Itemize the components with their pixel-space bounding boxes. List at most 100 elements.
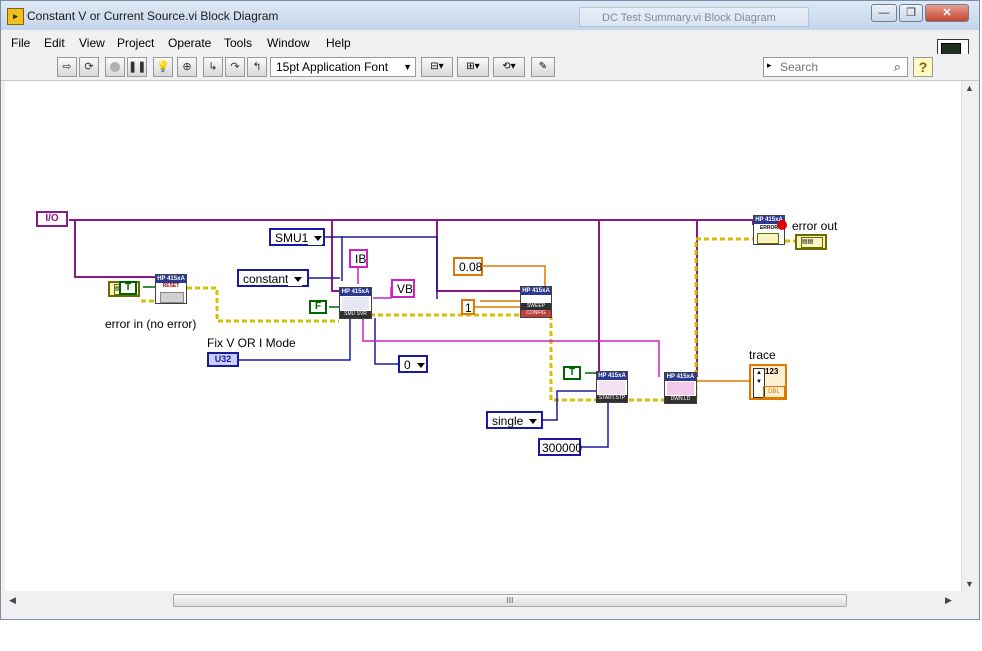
chevron-down-icon [416,363,425,369]
search-placeholder: Search [780,60,819,74]
trace-label: trace [749,348,776,362]
download-subvi-footer: DWN.LD [665,396,696,403]
smu-ring[interactable]: SMU1 [269,228,325,246]
scroll-down-icon[interactable]: ▼ [965,579,974,589]
start-subvi[interactable]: HP 415xA START.STP [596,371,628,403]
scroll-left-icon[interactable]: ◀ [9,595,16,606]
source-subvi-body [342,297,369,310]
source-subvi[interactable]: HP 415xA SMU SVR [339,287,372,319]
scroll-right-icon[interactable]: ▶ [945,595,952,606]
error-subvi[interactable]: HP 415xA ERROR [753,215,787,245]
font-select[interactable]: 15pt Application Font ▼ [270,57,416,77]
refnum-wire-sweep [436,220,520,292]
enum-wire-count [581,403,609,448]
source-subvi-footer: SMU SVR [340,311,371,318]
io-terminal[interactable]: I/O [36,211,68,227]
chevron-down-icon [294,277,303,283]
download-subvi[interactable]: HP 415xA DWN.LD [664,372,697,404]
retain-wire-values-icon[interactable]: ⊕ [177,57,197,77]
close-button[interactable]: ✕ [925,4,969,22]
single-ring[interactable]: single [486,411,543,429]
menu-project[interactable]: Project [117,36,154,50]
run-arrow-icon[interactable]: ⇨ [57,57,77,77]
run-continuously-icon[interactable]: ⟳ [79,57,99,77]
zero-ring[interactable]: 0 [398,355,428,373]
download-subvi-body [667,382,694,395]
bool-const-f[interactable]: F [309,300,327,314]
wire-layer [69,219,797,448]
abort-icon[interactable] [105,57,125,77]
chevron-down-icon [529,419,538,425]
minimize-button[interactable]: — [871,4,897,22]
step-out-icon[interactable]: ↰ [247,57,267,77]
start-subvi-header: HP 415xA [597,372,627,380]
sweep-subvi-footer: CONFIG [521,310,551,317]
error-out-terminal[interactable]: ▤▤ [795,234,827,250]
count-const[interactable]: 300000 [538,438,582,456]
fix-mode-control[interactable]: U32 [207,352,239,367]
search-input[interactable]: ▸ Search ⌕ [763,57,908,77]
distribute-objects-icon[interactable]: ⊞▾ [457,57,489,77]
font-select-value: 15pt Application Font [276,60,389,74]
search-icon: ⌕ [893,59,901,74]
ib-string-const[interactable]: IB [349,249,368,268]
bool-const-t1[interactable]: T [119,281,137,295]
horizontal-scroll-thumb[interactable]: III [173,594,847,607]
mode-ring[interactable]: constant [237,269,309,287]
block-diagram-canvas[interactable]: I/O ▤▤ error in (no error) T HP 415xA RE… [5,81,961,591]
download-subvi-header: HP 415xA [665,373,696,381]
reset-subvi-tag: RESET [162,283,180,289]
menu-tools[interactable]: Tools [224,36,252,50]
scroll-up-icon[interactable]: ▲ [965,83,974,93]
menu-file[interactable]: File [11,36,30,50]
reset-subvi[interactable]: HP 415xA RESET [155,274,187,304]
refnum-wire-source [331,220,339,292]
bool-const-t2[interactable]: T [563,366,581,380]
smu-ring-value: SMU1 [275,231,309,245]
start-subvi-body [599,381,625,394]
title-bar: ▸ Constant V or Current Source.vi Block … [1,1,979,30]
mode-ring-value: constant [243,272,289,286]
sweep-subvi-header: HP 415xA [521,287,551,295]
menu-help[interactable]: Help [326,36,351,50]
align-objects-icon[interactable]: ⊟▾ [421,57,453,77]
error-wire-sweep-out [549,315,596,402]
vb-string-const[interactable]: VB [391,279,415,298]
search-expand-icon: ▸ [767,60,772,70]
string-wire-vb [373,287,392,299]
enum-wire-smu [325,236,343,281]
background-window-title[interactable]: DC Test Summary.vi Block Diagram [579,7,809,27]
reorder-icon[interactable]: ⟲▾ [493,57,525,77]
trace-index-value: 123 [765,367,779,376]
trace-indicator[interactable]: ▲ ▼ 123 DBL [749,364,787,400]
step-into-icon[interactable]: ↳ [203,57,223,77]
sweep-subvi[interactable]: HP 415xA SWEEP CONFIG [520,286,552,318]
error-subvi-body [757,233,779,244]
chevron-down-icon: ▼ [403,62,412,72]
labview-window: ▸ Constant V or Current Source.vi Block … [0,0,980,620]
error-in-label: error in (no error) [105,317,197,331]
menu-bar: File Edit View Project Operate Tools Win… [1,32,979,54]
start-subvi-footer: START.STP [597,395,627,402]
const-one[interactable]: 1 [461,299,475,315]
maximize-button[interactable]: ❐ [899,4,923,22]
menu-edit[interactable]: Edit [44,36,65,50]
toolbar: ⇨ ⟳ ❚❚ 💡 ⊕ ↳ ↷ ↰ 15pt Application Font ▼ … [1,54,979,81]
const-008[interactable]: 0.08 [453,257,483,276]
trace-dbl-type: DBL [763,386,785,398]
vertical-scrollbar[interactable]: ▲ ▼ [961,81,979,593]
highlight-execution-icon[interactable]: 💡 [153,57,173,77]
clean-up-diagram-icon[interactable]: ✎ [531,57,555,77]
sweep-subvi-tag: SWEEP [521,303,551,310]
menu-operate[interactable]: Operate [168,36,211,50]
pause-icon[interactable]: ❚❚ [127,57,147,77]
source-subvi-header: HP 415xA [340,288,371,296]
menu-view[interactable]: View [79,36,105,50]
reset-subvi-body [160,292,184,303]
menu-window[interactable]: Window [267,36,310,50]
step-over-icon[interactable]: ↷ [225,57,245,77]
context-help-icon[interactable]: ? [913,57,933,77]
stop-sign-icon [777,220,787,230]
reset-subvi-header: HP 415xA [156,275,186,283]
horizontal-scrollbar[interactable]: ◀ III ▶ [5,593,961,609]
